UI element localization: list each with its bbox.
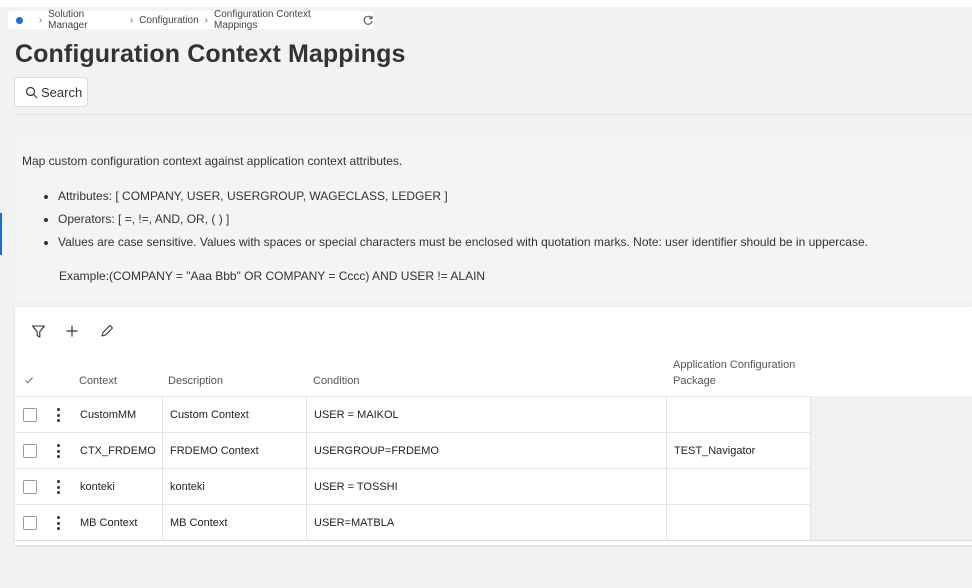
cell-package: [667, 397, 674, 433]
cell-package: [667, 505, 674, 541]
cell-condition: USER=MATBLA: [314, 517, 395, 529]
breadcrumb-item-configuration[interactable]: Configuration: [139, 15, 198, 26]
cell-description: Custom Context: [170, 409, 249, 421]
table-bottom-border: [15, 540, 972, 541]
table-empty-area: [811, 396, 972, 540]
info-panel: Map custom configuration context against…: [15, 138, 972, 300]
cell-context: CustomMM: [80, 409, 137, 421]
column-header-context[interactable]: Context: [79, 373, 117, 389]
info-intro: Map custom configuration context against…: [22, 154, 403, 168]
row-menu-icon[interactable]: [55, 444, 61, 458]
row-checkbox[interactable]: [23, 408, 37, 422]
select-all-checkmark-icon[interactable]: [24, 374, 34, 390]
table-row[interactable]: CTX_FRDEMO FRDEMO Context USERGROUP=FRDE…: [15, 432, 811, 468]
page-title: Configuration Context Mappings: [15, 40, 406, 68]
header-divider: [14, 114, 972, 115]
info-bullet-operators: Operators: [ =, !=, AND, OR, ( ) ]: [58, 211, 868, 234]
column-divider: [810, 396, 811, 540]
row-checkbox[interactable]: [23, 444, 37, 458]
cell-description: konteki: [170, 481, 205, 493]
cell-description: FRDEMO Context: [170, 445, 259, 457]
chevron-right-icon: ›: [204, 14, 208, 26]
cell-package: [667, 469, 674, 505]
cell-condition: USER = TOSSHI: [314, 481, 398, 493]
filter-icon[interactable]: [30, 323, 46, 339]
row-menu-icon[interactable]: [55, 408, 61, 422]
info-bullet-attributes: Attributes: [ COMPANY, USER, USERGROUP, …: [58, 188, 868, 211]
cell-condition: USER = MAIKOL: [314, 409, 399, 421]
table-row[interactable]: konteki konteki USER = TOSSHI: [15, 468, 811, 504]
breadcrumb-item-solution-manager[interactable]: Solution Manager: [48, 9, 124, 31]
table-row[interactable]: MB Context MB Context USER=MATBLA: [15, 504, 811, 540]
edit-icon[interactable]: [99, 323, 115, 339]
info-bullet-values: Values are case sensitive. Values with s…: [58, 234, 868, 257]
home-icon[interactable]: [16, 16, 23, 24]
chevron-right-icon: ›: [129, 14, 134, 26]
cell-package: TEST_Navigator: [674, 445, 756, 457]
info-list: Attributes: [ COMPANY, USER, USERGROUP, …: [58, 188, 868, 257]
context-mappings-table: Context Description Condition Applicatio…: [15, 307, 972, 545]
table-row[interactable]: CustomMM Custom Context USER = MAIKOL: [15, 396, 811, 432]
top-strip: [0, 0, 972, 7]
search-icon: [25, 86, 38, 98]
row-checkbox[interactable]: [23, 516, 37, 530]
breadcrumb-item-current: Configuration Context Mappings: [214, 9, 311, 31]
column-divider: [306, 396, 307, 540]
search-button-label: Search: [41, 84, 83, 100]
column-header-condition[interactable]: Condition: [313, 373, 359, 389]
search-button[interactable]: Search: [14, 77, 88, 107]
cell-context: MB Context: [80, 517, 138, 529]
side-accent: [0, 213, 2, 255]
cell-description: MB Context: [170, 517, 228, 529]
add-icon[interactable]: [64, 323, 80, 339]
cell-condition: USERGROUP=FRDEMO: [314, 445, 439, 457]
row-menu-icon[interactable]: [55, 480, 61, 494]
row-checkbox[interactable]: [23, 480, 37, 494]
refresh-icon[interactable]: [362, 14, 374, 26]
cell-context: CTX_FRDEMO: [80, 445, 156, 457]
cell-context: konteki: [80, 481, 115, 493]
row-menu-icon[interactable]: [55, 516, 61, 530]
column-divider: [666, 396, 667, 540]
column-divider: [162, 396, 163, 540]
breadcrumb: › Solution Manager › Configuration › Con…: [8, 9, 374, 31]
column-header-description[interactable]: Description: [168, 373, 223, 389]
info-example: Example:(COMPANY = "Aaa Bbb" OR COMPANY …: [59, 269, 486, 283]
column-header-package[interactable]: Application Configuration Package: [673, 357, 813, 389]
chevron-right-icon: ›: [38, 14, 43, 26]
